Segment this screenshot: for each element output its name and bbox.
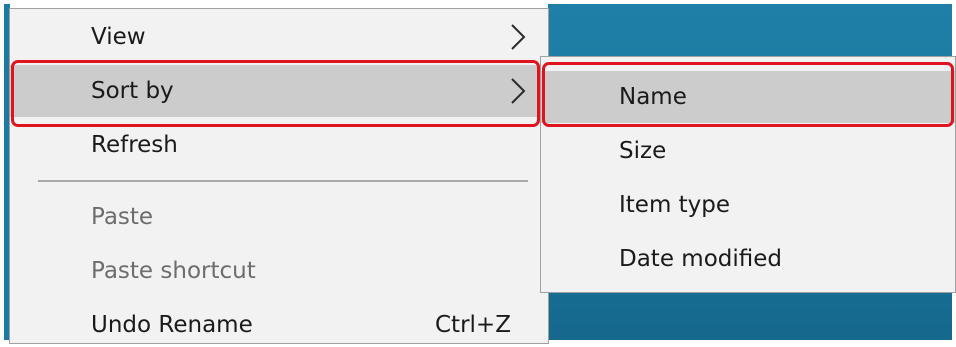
menu-item-view[interactable]: View bbox=[10, 11, 548, 63]
menu-item-label: Sort by bbox=[91, 78, 174, 104]
screen: View Sort by Refresh Paste Paste shortcu… bbox=[0, 0, 956, 347]
menu-item-label: View bbox=[91, 24, 146, 50]
menu-item-shortcut: Ctrl+Z bbox=[435, 312, 511, 338]
menu-item-paste: Paste bbox=[10, 191, 548, 243]
menu-item-sort-by[interactable]: Sort by bbox=[10, 65, 548, 117]
menu-separator bbox=[38, 180, 528, 182]
chevron-right-icon bbox=[511, 24, 526, 50]
menu-item-undo-rename[interactable]: Undo Rename Ctrl+Z bbox=[10, 299, 548, 347]
submenu-item-label: Date modified bbox=[619, 246, 782, 272]
menu-item-label: Undo Rename bbox=[91, 312, 253, 338]
chevron-right-icon bbox=[511, 78, 526, 104]
menu-item-refresh[interactable]: Refresh bbox=[10, 119, 548, 171]
context-menu: View Sort by Refresh Paste Paste shortcu… bbox=[9, 8, 549, 344]
submenu-item-label: Size bbox=[619, 138, 667, 164]
submenu-item-date-modified[interactable]: Date modified bbox=[541, 233, 955, 285]
submenu-item-name[interactable]: Name bbox=[541, 71, 955, 123]
submenu-item-label: Name bbox=[619, 84, 687, 110]
submenu-item-size[interactable]: Size bbox=[541, 125, 955, 177]
submenu-item-label: Item type bbox=[619, 192, 731, 218]
menu-item-label: Paste shortcut bbox=[91, 258, 256, 284]
menu-item-label: Refresh bbox=[91, 132, 178, 158]
menu-item-label: Paste bbox=[91, 204, 154, 230]
menu-item-paste-shortcut: Paste shortcut bbox=[10, 245, 548, 297]
submenu-item-item-type[interactable]: Item type bbox=[541, 179, 955, 231]
sort-by-submenu: Name Size Item type Date modified bbox=[540, 56, 956, 293]
